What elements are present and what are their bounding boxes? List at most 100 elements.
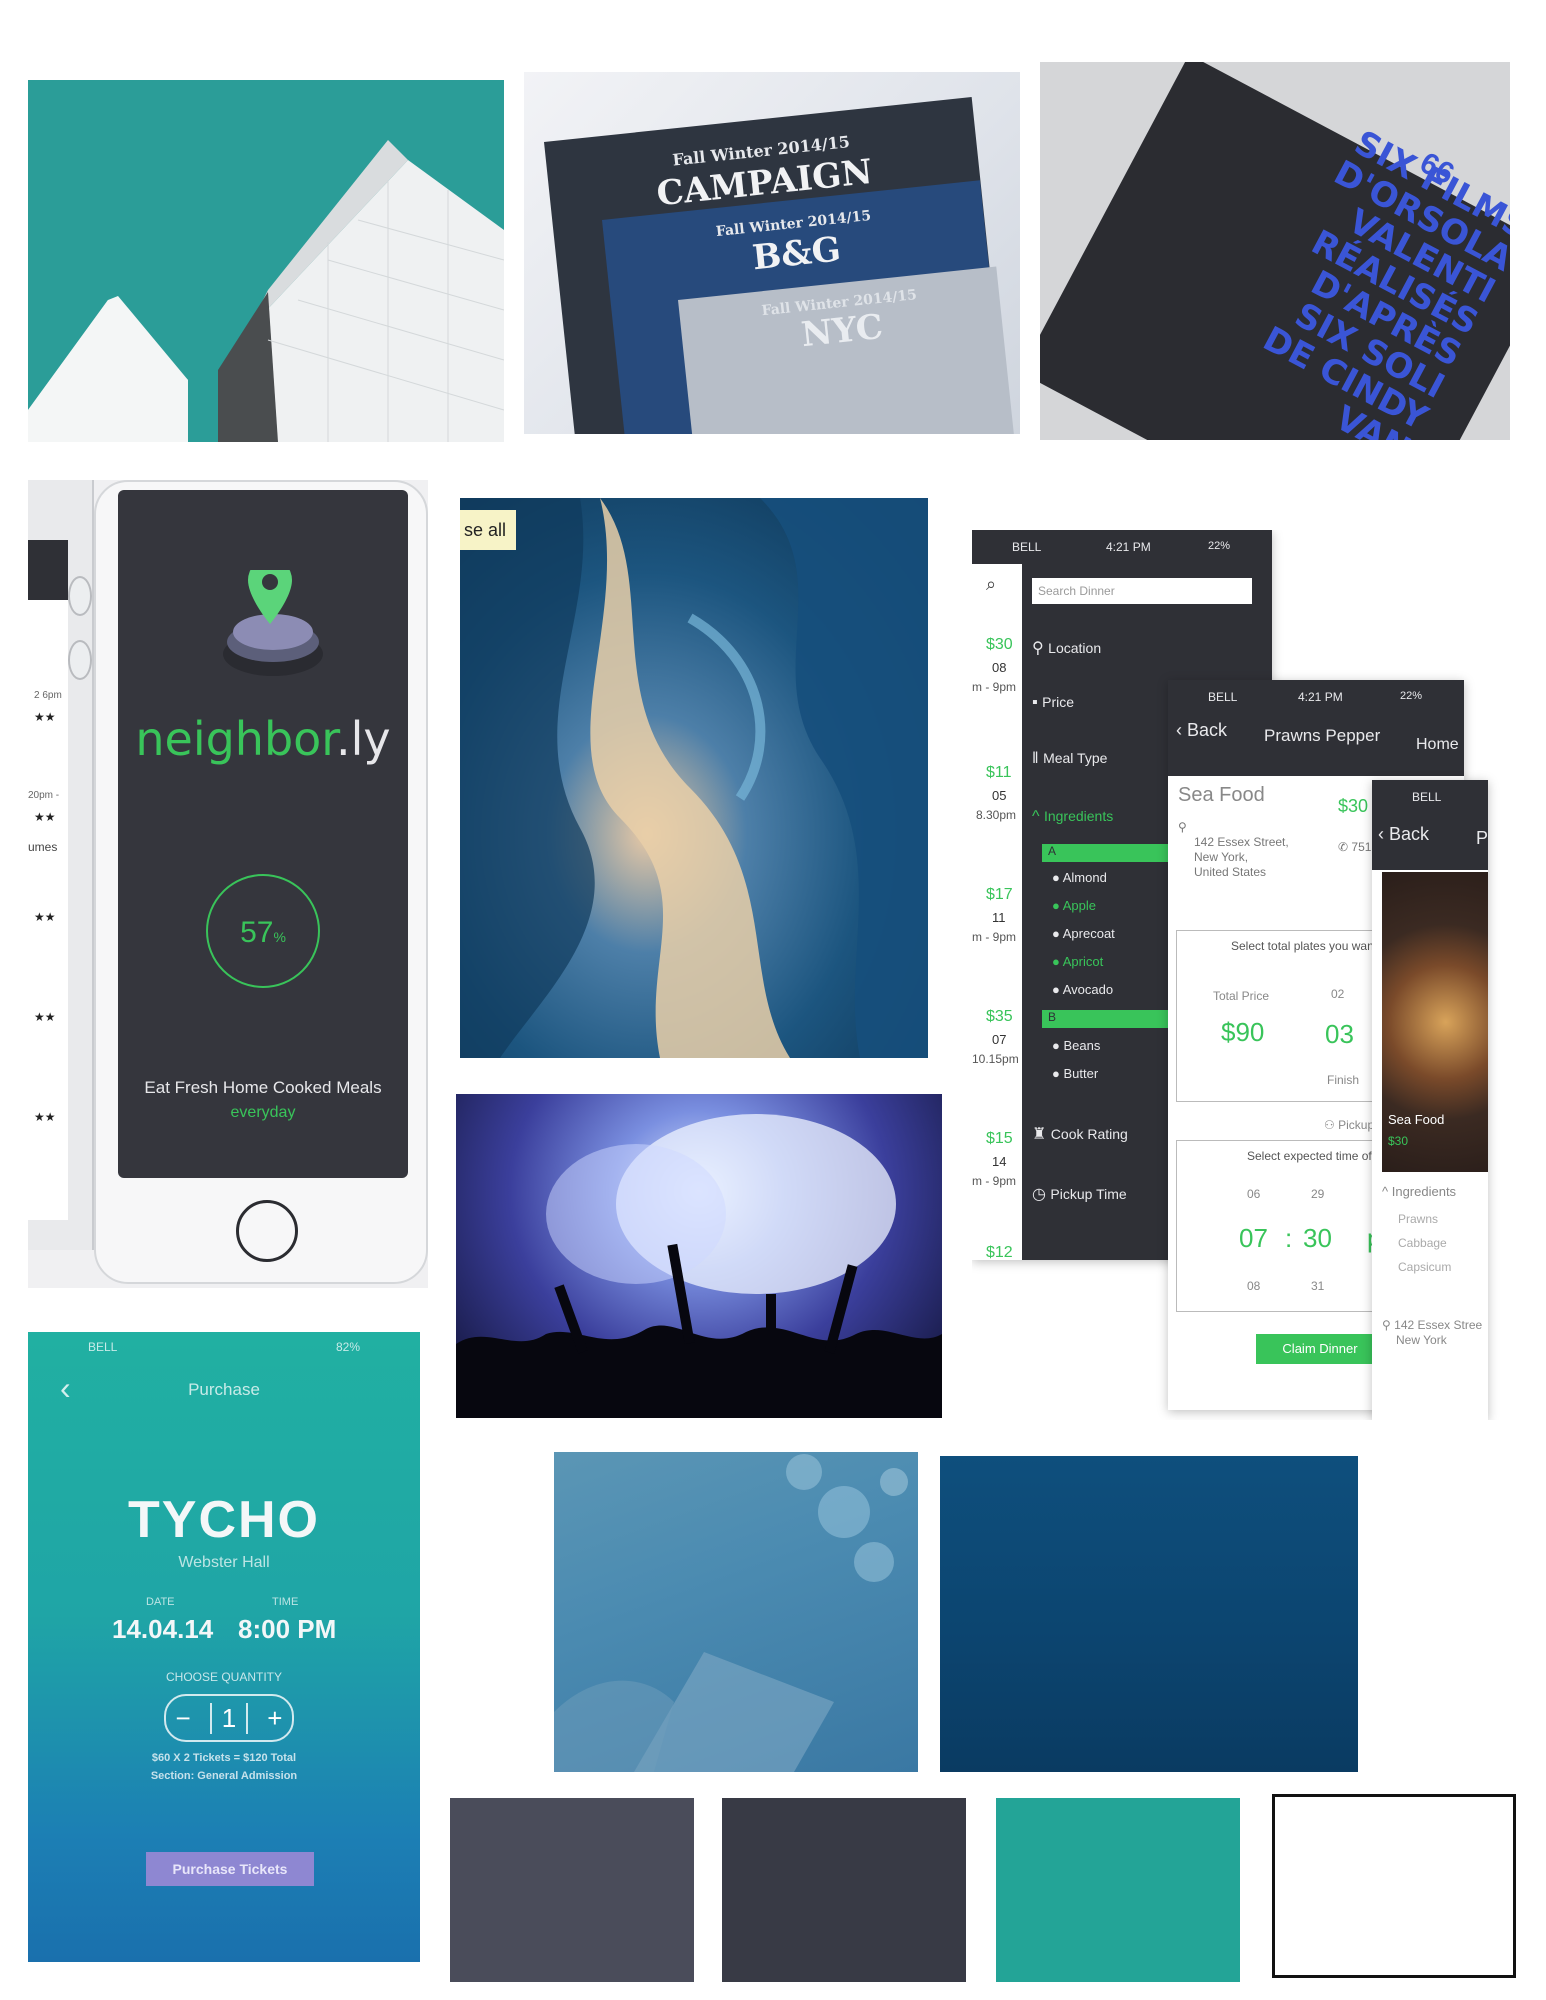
result-price: $30 <box>986 636 1013 653</box>
app-screen: neighbor.ly 57% Eat Fresh Home Cooked Me… <box>118 490 408 1178</box>
quantity-value: 1 <box>209 1702 249 1734</box>
carrier-label: BELL <box>1412 790 1442 804</box>
result-time: 10.15pm <box>972 1052 1019 1066</box>
home-button[interactable] <box>236 1200 298 1262</box>
side-stars: ★★ <box>34 710 56 724</box>
fluid-art-graphic <box>460 498 928 1058</box>
chevron-up-icon: ^ <box>1382 1184 1389 1199</box>
menu-cook-rating[interactable]: ♜ Cook Rating <box>1032 1124 1128 1144</box>
qty-value[interactable]: 03 <box>1325 1019 1354 1050</box>
result-list: ⌕ $30 08 m - 9pm $11 05 8.30pm $17 11 m … <box>972 564 1022 1260</box>
venue-name: Webster Hall <box>178 1554 270 1571</box>
volume-button <box>68 576 92 616</box>
hour-value[interactable]: 07 <box>1239 1223 1268 1254</box>
location-icon: ⚲ <box>1032 640 1044 657</box>
tagline-sub: everyday <box>230 1104 296 1121</box>
result-price: $12 <box>986 1244 1013 1260</box>
home-link[interactable]: Home <box>1416 736 1459 754</box>
bokeh-photo <box>554 1452 918 1772</box>
menu-price[interactable]: ▪ Price <box>1032 694 1074 712</box>
result-count: 11 <box>992 910 1006 925</box>
battery-label: 22% <box>1208 540 1231 552</box>
time-colon: : <box>1285 1223 1293 1253</box>
plates-prompt: Select total plates you want to <box>1231 939 1391 953</box>
result-price: $15 <box>986 1130 1013 1147</box>
dish-price: $30 <box>1388 1134 1409 1148</box>
minute-value[interactable]: 30 <box>1303 1223 1332 1254</box>
phone-number: ✆ 751 <box>1338 840 1372 854</box>
ingredient-item[interactable]: ● Almond <box>1052 870 1107 885</box>
color-swatch-white <box>1272 1794 1516 1978</box>
result-count: 07 <box>992 1032 1007 1047</box>
result-price: $35 <box>986 1008 1013 1025</box>
minus-button[interactable]: − <box>176 1703 191 1734</box>
menu-location[interactable]: ⚲ Location <box>1032 638 1101 658</box>
carrier-label: BELL <box>88 1340 118 1354</box>
ingredient-line: Capsicum <box>1398 1260 1452 1274</box>
ingredient-item[interactable]: ● Aprecoat <box>1052 926 1115 941</box>
dish-category: Sea Food <box>1388 1112 1445 1127</box>
price-icon: ▪ <box>1032 694 1038 711</box>
menu-ingredients[interactable]: ^ Ingredients <box>1032 808 1113 826</box>
result-time: m - 9pm <box>972 1174 1017 1188</box>
plus-button[interactable]: + <box>267 1703 282 1734</box>
ingredients-header: ^ Ingredients <box>1382 1184 1457 1199</box>
dish-title: Prawns Pepper <box>1264 726 1381 745</box>
neighborly-phone-mockup: 2 6pm ★★ 20pm - ★★ umes ★★ ★★ ★★ neighbo… <box>28 480 428 1288</box>
dish-photo: Sea Food $30 <box>1382 872 1488 1172</box>
ingredient-item[interactable]: ● Apple <box>1052 898 1096 913</box>
menu-pickup-time[interactable]: ◷ Pickup Time <box>1032 1184 1127 1204</box>
ingredient-item[interactable]: ● Beans <box>1052 1038 1100 1053</box>
result-price: $11 <box>986 764 1012 781</box>
chevron-left-icon: ‹ <box>1378 824 1384 844</box>
side-fragment: 20pm - <box>28 790 60 801</box>
ingredient-item[interactable]: ● Avocado <box>1052 982 1113 997</box>
total-price-label: Total Price <box>1213 989 1270 1003</box>
tycho-purchase-screen: BELL 82% ‹ Purchase TYCHO Webster Hall D… <box>28 1332 420 1962</box>
hour-next: 08 <box>1247 1279 1261 1293</box>
time-label: TIME <box>272 1596 299 1608</box>
time-label: 4:21 PM <box>1106 540 1151 554</box>
carrier-label: BELL <box>1012 540 1042 554</box>
carrier-label: BELL <box>1208 690 1238 704</box>
menu-meal-type[interactable]: ‖ Meal Type <box>1032 750 1107 768</box>
address-line: United States <box>1194 865 1267 879</box>
search-icon[interactable]: ⌕ <box>986 574 996 595</box>
search-input[interactable]: Search Dinner <box>1032 578 1252 604</box>
minute-next: 31 <box>1311 1279 1325 1293</box>
fluid-art-image: se all <box>460 498 928 1058</box>
ingredient-item[interactable]: ● Butter <box>1052 1066 1098 1081</box>
color-swatch-slate <box>450 1798 694 1982</box>
purchase-tickets-button[interactable]: Purchase Tickets <box>146 1852 314 1886</box>
result-time: 8.30pm <box>976 808 1017 822</box>
back-button[interactable]: ‹ Back <box>1378 824 1429 845</box>
cutlery-icon: ‖ <box>1032 750 1039 767</box>
progress-value: 57% <box>240 916 286 949</box>
pickup-label: ⚇ Pickup <box>1324 1118 1375 1132</box>
back-button[interactable]: ‹ Back <box>1176 720 1227 741</box>
ingredient-line: Cabbage <box>1398 1236 1447 1250</box>
result-time: m - 9pm <box>972 930 1017 944</box>
side-fragment: 2 6pm <box>34 690 62 701</box>
back-phone-screen: 2 6pm ★★ 20pm - ★★ umes ★★ ★★ ★★ <box>28 540 68 1220</box>
minute-prev: 29 <box>1311 1187 1325 1201</box>
side-stars: ★★ <box>34 1110 56 1124</box>
third-header: BELL ‹ Back P <box>1372 780 1488 870</box>
chevron-up-icon: ^ <box>1032 808 1040 825</box>
finish-label[interactable]: Finish <box>1327 1073 1359 1087</box>
battery-label: 22% <box>1400 690 1423 702</box>
pricing-line: $60 X 2 Tickets = $120 Total <box>151 1752 297 1764</box>
person-icon: ⚇ <box>1324 1118 1335 1132</box>
trophy-icon: ♜ <box>1032 1126 1047 1143</box>
brand-logo: neighbor.ly <box>118 712 408 766</box>
side-stars: ★★ <box>34 1010 56 1024</box>
artist-name: TYCHO <box>128 1491 320 1549</box>
quantity-stepper[interactable]: − 1 + <box>164 1694 294 1742</box>
ingredient-item[interactable]: ● Apricot <box>1052 954 1103 969</box>
color-swatch-teal <box>996 1798 1240 1982</box>
time-prompt: Select expected time of pi <box>1247 1149 1385 1163</box>
result-price: $17 <box>986 886 1013 903</box>
detail-header: BELL 4:21 PM 22% ‹ Back Prawns Pepper Ho… <box>1168 680 1464 776</box>
color-swatch-charcoal <box>722 1798 966 1982</box>
claim-dinner-button[interactable]: Claim Dinner <box>1256 1334 1384 1364</box>
